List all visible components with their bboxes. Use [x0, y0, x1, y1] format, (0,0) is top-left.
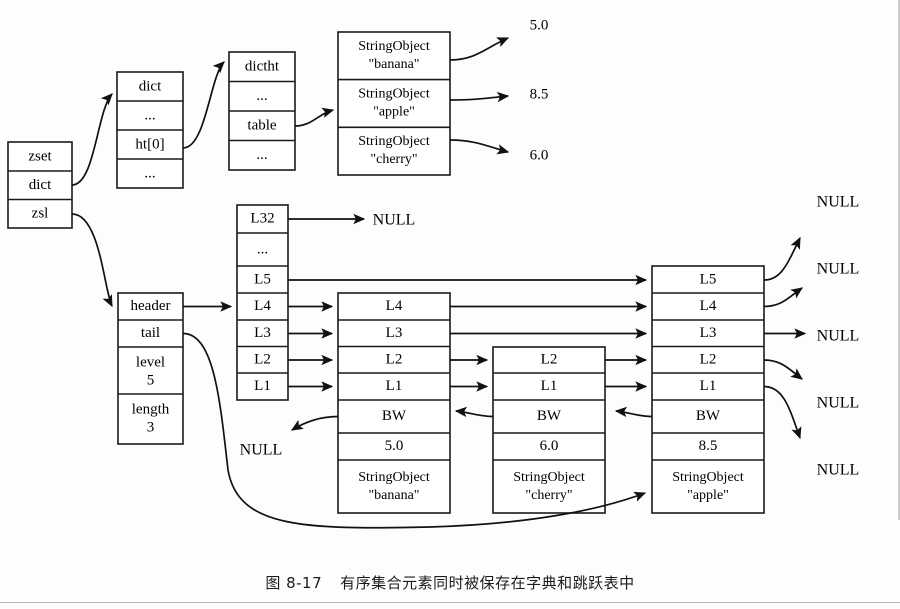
header-level-L4: L4 — [254, 298, 271, 314]
dict-field-1: ... — [144, 107, 155, 123]
dictht-struct: dictht ... table ... — [228, 51, 296, 171]
banana-level-L4: L4 — [386, 298, 403, 314]
zskiplist-field-length: length — [132, 401, 170, 417]
dict-field-0: dict — [139, 78, 162, 94]
header-level-L5: L5 — [254, 271, 271, 287]
figure-caption-number: 图 8-17 — [265, 574, 323, 592]
cherry-score: 6.0 — [540, 438, 559, 454]
banana-level-L3: L3 — [386, 325, 403, 341]
null-label-header-l32: NULL — [373, 212, 416, 229]
pointer-apple-l2-null — [763, 359, 803, 380]
banana-score: 5.0 — [385, 438, 404, 454]
dict-entry-table: StringObject "banana" StringObject "appl… — [337, 31, 451, 176]
apple-level-L4: L4 — [700, 298, 717, 314]
pointer-apple-l4-null — [763, 287, 803, 308]
entry-1-type: StringObject — [358, 87, 430, 102]
figure-page: zset dict zsl dict ... ht[0] ... dictht … — [0, 0, 900, 609]
skiplist-header-node: L32 ... L5 L4 L3 L2 L1 — [236, 204, 289, 401]
pointer-entry-apple-score — [449, 91, 510, 103]
cherry-backward: BW — [537, 408, 562, 424]
pointer-banana-bw-null — [290, 415, 339, 431]
apple-level-L1: L1 — [700, 378, 717, 394]
dict-score-cherry: 6.0 — [530, 147, 549, 163]
pointer-zset-zsl-to-zskiplist — [71, 213, 113, 308]
zset-struct: zset dict zsl — [7, 141, 73, 229]
dict-struct: dict ... ht[0] ... — [116, 71, 184, 189]
apple-level-L3: L3 — [700, 325, 717, 341]
skiplist-node-apple: L5 L4 L3 L2 L1 BW 8.5 StringObject "appl… — [651, 265, 765, 514]
apple-score: 8.5 — [699, 438, 718, 454]
pointer-zset-dict-to-dict — [71, 93, 113, 186]
zskiplist-struct: header tail level 5 length 3 — [117, 292, 184, 445]
null-label-right-1: NULL — [817, 261, 860, 278]
header-level-L1: L1 — [254, 378, 271, 394]
pointer-entry-cherry-score — [449, 139, 510, 155]
zset-structure-diagram: zset dict zsl dict ... ht[0] ... dictht … — [7, 17, 860, 529]
header-level-L32: L32 — [250, 210, 274, 226]
pointer-ht0-to-dictht — [182, 61, 225, 149]
pointer-apple-l5-null — [763, 236, 801, 281]
entry-1-member: "apple" — [373, 105, 415, 120]
null-label-right-2: NULL — [817, 328, 860, 345]
banana-level-L1: L1 — [386, 378, 403, 394]
entry-2-member: "cherry" — [370, 152, 417, 167]
skiplist-node-banana: L4 L3 L2 L1 BW 5.0 StringObject "banana" — [337, 292, 451, 514]
zskiplist-field-level: level — [136, 354, 165, 370]
skiplist-node-cherry: L2 L1 BW 6.0 StringObject "cherry" — [492, 346, 606, 514]
banana-member: "banana" — [368, 488, 419, 503]
null-label-right-3: NULL — [817, 395, 860, 412]
cherry-level-L2: L2 — [541, 351, 558, 367]
header-level-ellipsis: ... — [257, 241, 268, 257]
entry-0-member: "banana" — [368, 57, 419, 72]
figure-caption: 图 8-17 有序集合元素同时被保存在字典和跳跃表中 — [0, 572, 900, 593]
caption-divider — [0, 602, 900, 603]
pointer-apple-l1-null — [763, 385, 802, 440]
pointer-entry-banana-score — [449, 37, 510, 61]
figure-caption-text: 有序集合元素同时被保存在字典和跳跃表中 — [340, 574, 635, 592]
cherry-level-L1: L1 — [541, 378, 558, 394]
pointer-table-to-entries — [294, 107, 335, 127]
pointer-apple-bw-to-cherry — [614, 406, 653, 418]
apple-member: "apple" — [687, 488, 729, 503]
header-level-L3: L3 — [254, 325, 271, 341]
apple-object-type: StringObject — [672, 470, 744, 485]
null-label-backward-head: NULL — [240, 442, 283, 459]
dict-score-apple: 8.5 — [530, 86, 549, 102]
dict-field-3: ... — [144, 165, 155, 181]
zskiplist-field-header: header — [131, 298, 171, 314]
dictht-field-0: dictht — [245, 58, 280, 74]
zskiplist-field-tail: tail — [141, 325, 160, 341]
zskiplist-length-value: 3 — [147, 419, 155, 435]
dictht-field-2: table — [247, 117, 276, 133]
dictht-field-1: ... — [256, 88, 267, 104]
zset-field-1: dict — [29, 177, 52, 193]
cherry-member: "cherry" — [525, 488, 572, 503]
banana-backward: BW — [382, 408, 407, 424]
banana-level-L2: L2 — [386, 351, 403, 367]
apple-level-L2: L2 — [700, 351, 717, 367]
dictht-field-3: ... — [256, 147, 267, 163]
dict-field-2: ht[0] — [135, 136, 164, 152]
pointer-cherry-bw-to-banana — [454, 406, 494, 418]
header-level-L2: L2 — [254, 351, 271, 367]
zset-field-0: zset — [28, 148, 52, 164]
entry-0-type: StringObject — [358, 39, 430, 54]
cherry-object-type: StringObject — [513, 470, 585, 485]
entry-2-type: StringObject — [358, 134, 430, 149]
apple-level-L5: L5 — [700, 271, 717, 287]
banana-object-type: StringObject — [358, 470, 430, 485]
apple-backward: BW — [696, 408, 721, 424]
zskiplist-level-value: 5 — [147, 372, 155, 388]
null-label-right-4: NULL — [817, 462, 860, 479]
null-label-right-0: NULL — [817, 194, 860, 211]
dict-score-banana: 5.0 — [530, 17, 549, 33]
zset-field-2: zsl — [32, 205, 49, 221]
